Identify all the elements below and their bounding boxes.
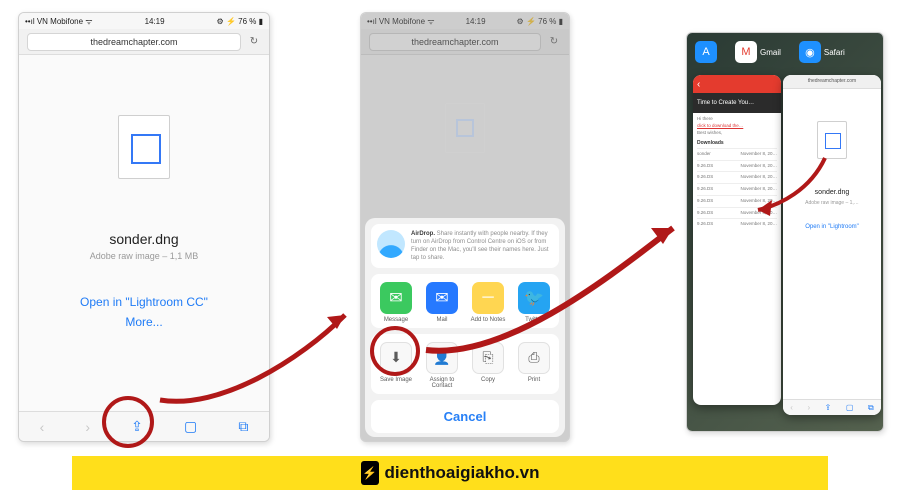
- switcher-app-bar: A MGmail ◉Safari: [695, 39, 875, 65]
- share-action-print[interactable]: ⎙Print: [512, 342, 556, 390]
- address-bar: thedreamchapter.com ↻: [19, 29, 269, 55]
- download-row: 9.26.DSNovember 8, 20…: [697, 207, 777, 219]
- share-app-twitter[interactable]: 🐦Twitter: [512, 282, 556, 324]
- file-icon: [817, 121, 847, 159]
- footer-text: dienthoaigiakho.vn: [385, 463, 540, 483]
- share-action-assign-to-contact[interactable]: 👤Assign to Contact: [420, 342, 464, 390]
- switcher-card-gmail[interactable]: ‹ Time to Create You… Hi there click to …: [693, 75, 781, 405]
- airdrop-icon: [377, 230, 405, 258]
- bookmarks-icon[interactable]: ▢: [184, 418, 197, 435]
- file-icon: [445, 103, 485, 153]
- footer-badge-icon: ⚡: [361, 461, 379, 485]
- share-sheet: AirDrop. Share instantly with people nea…: [365, 218, 565, 437]
- share-app-mail[interactable]: ✉Mail: [420, 282, 464, 324]
- url-field: thedreamchapter.com: [783, 75, 881, 89]
- gmail-banner: Time to Create You…: [693, 93, 781, 113]
- more-link[interactable]: More...: [125, 315, 162, 329]
- reload-icon[interactable]: ↻: [247, 36, 261, 47]
- phone-share-sheet: ••ıl VN Mobifone ᯤ 14:19 ⚙ ⚡ 76 % ▮ thed…: [360, 12, 570, 442]
- share-actions-row: ⬇Save Image👤Assign to Contact⎘Copy⎙Print: [371, 334, 559, 394]
- gmail-body: Hi there click to download the… Best wis…: [693, 113, 781, 233]
- file-icon: [118, 115, 170, 179]
- cancel-button[interactable]: Cancel: [371, 400, 559, 433]
- carrier: ••ıl VN Mobifone ᯤ: [25, 16, 93, 27]
- share-icon[interactable]: ⇪: [131, 418, 143, 435]
- open-in-link[interactable]: Open in "Lightroom CC": [80, 295, 208, 309]
- download-row: 9.26.DSNovember 8, 20…: [697, 171, 777, 183]
- file-preview: sonder.dng Adobe raw image – 1,1 MB Open…: [19, 55, 269, 329]
- phone-safari-file: ••ıl VN Mobifone ᯤ 14:19 ⚙ ⚡ 76 % ▮ thed…: [18, 12, 270, 442]
- download-row: 9.26.DSNovember 8, 20…: [697, 160, 777, 172]
- footer-watermark: ⚡ dienthoaigiakho.vn: [72, 456, 828, 490]
- share-app-add-to-notes[interactable]: ─Add to Notes: [466, 282, 510, 324]
- share-apps-row: ✉Message✉Mail─Add to Notes🐦Twitter: [371, 274, 559, 328]
- airdrop-text: AirDrop. Share instantly with people nea…: [411, 230, 553, 262]
- tabs-icon[interactable]: ⧉: [238, 418, 248, 435]
- app-appstore[interactable]: A: [695, 41, 717, 63]
- status-bar: ••ıl VN Mobifone ᯤ 14:19 ⚙ ⚡ 76 % ▮: [19, 13, 269, 29]
- switcher-card-safari[interactable]: thedreamchapter.com sonder.dng Adobe raw…: [783, 75, 881, 415]
- phone-app-switcher: A MGmail ◉Safari ‹ Time to Create You… H…: [686, 32, 884, 432]
- share-action-copy[interactable]: ⎘Copy: [466, 342, 510, 390]
- gmail-back-icon[interactable]: ‹: [693, 75, 781, 93]
- app-gmail[interactable]: MGmail: [735, 41, 781, 63]
- download-row: 9.26.DSNovember 8, 20…: [697, 218, 777, 230]
- safari-toolbar: ‹ › ⇪ ▢ ⧉: [19, 411, 269, 441]
- airdrop-row[interactable]: AirDrop. Share instantly with people nea…: [371, 224, 559, 268]
- download-row: sonderNovember 8, 20…: [697, 148, 777, 160]
- file-name: sonder.dng: [109, 231, 178, 247]
- share-app-message[interactable]: ✉Message: [374, 282, 418, 324]
- download-row: 9.26.DSNovember 8, 20…: [697, 183, 777, 195]
- download-row: 9.26.DSNovember 8, 20…: [697, 195, 777, 207]
- safari-toolbar: ‹›⇪▢⧉: [783, 399, 881, 415]
- battery: ⚙ ⚡ 76 % ▮: [217, 17, 263, 26]
- forward-icon: ›: [85, 419, 90, 435]
- share-action-save-image[interactable]: ⬇Save Image: [374, 342, 418, 390]
- app-safari[interactable]: ◉Safari: [799, 41, 845, 63]
- file-meta: Adobe raw image – 1,1 MB: [90, 251, 199, 261]
- clock: 14:19: [145, 17, 165, 26]
- url-field[interactable]: thedreamchapter.com: [27, 33, 241, 51]
- back-icon[interactable]: ‹: [40, 419, 45, 435]
